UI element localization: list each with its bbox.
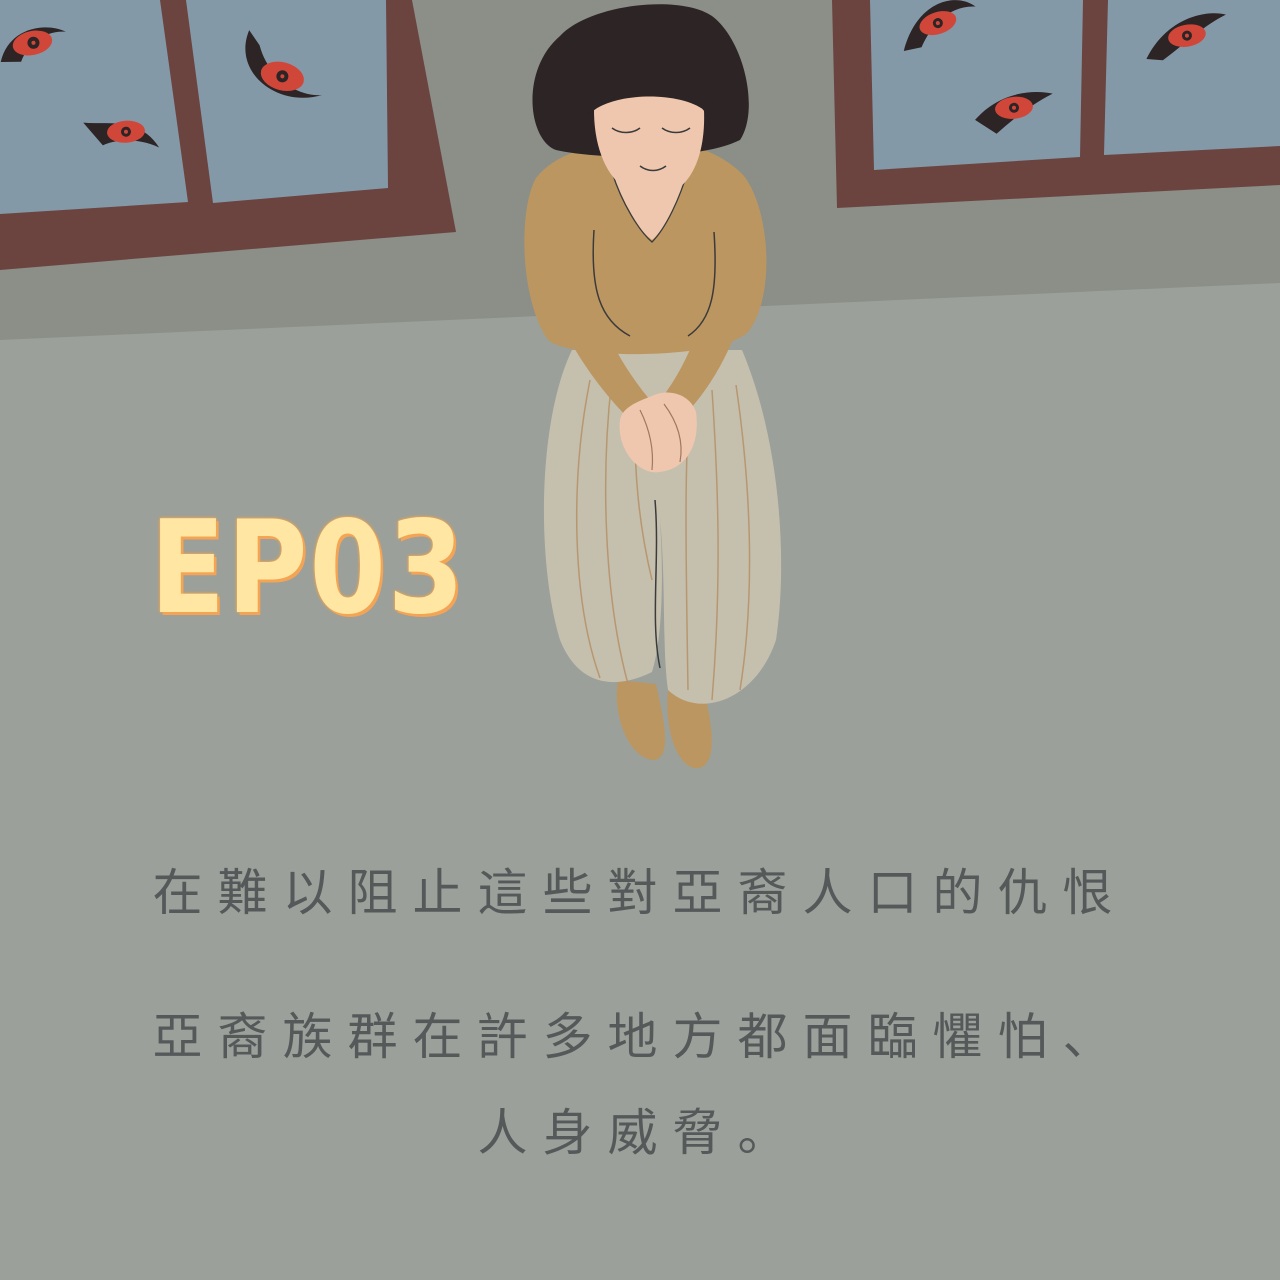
episode-title: EP03: [150, 494, 466, 643]
caption-line-1: 在難以阻止這些對亞裔人口的仇恨: [152, 864, 1128, 922]
left-window: [0, 0, 456, 270]
caption-line-3: 人身威脅。: [477, 1104, 803, 1162]
right-window: [832, 0, 1280, 208]
caption-line-2: 亞裔族群在許多地方都面臨懼怕、: [152, 1008, 1128, 1066]
illustration-scene: EP03 在難以阻止這些對亞裔人口的仇恨 亞裔族群在許多地方都面臨懼怕、 人身威…: [0, 0, 1280, 1280]
